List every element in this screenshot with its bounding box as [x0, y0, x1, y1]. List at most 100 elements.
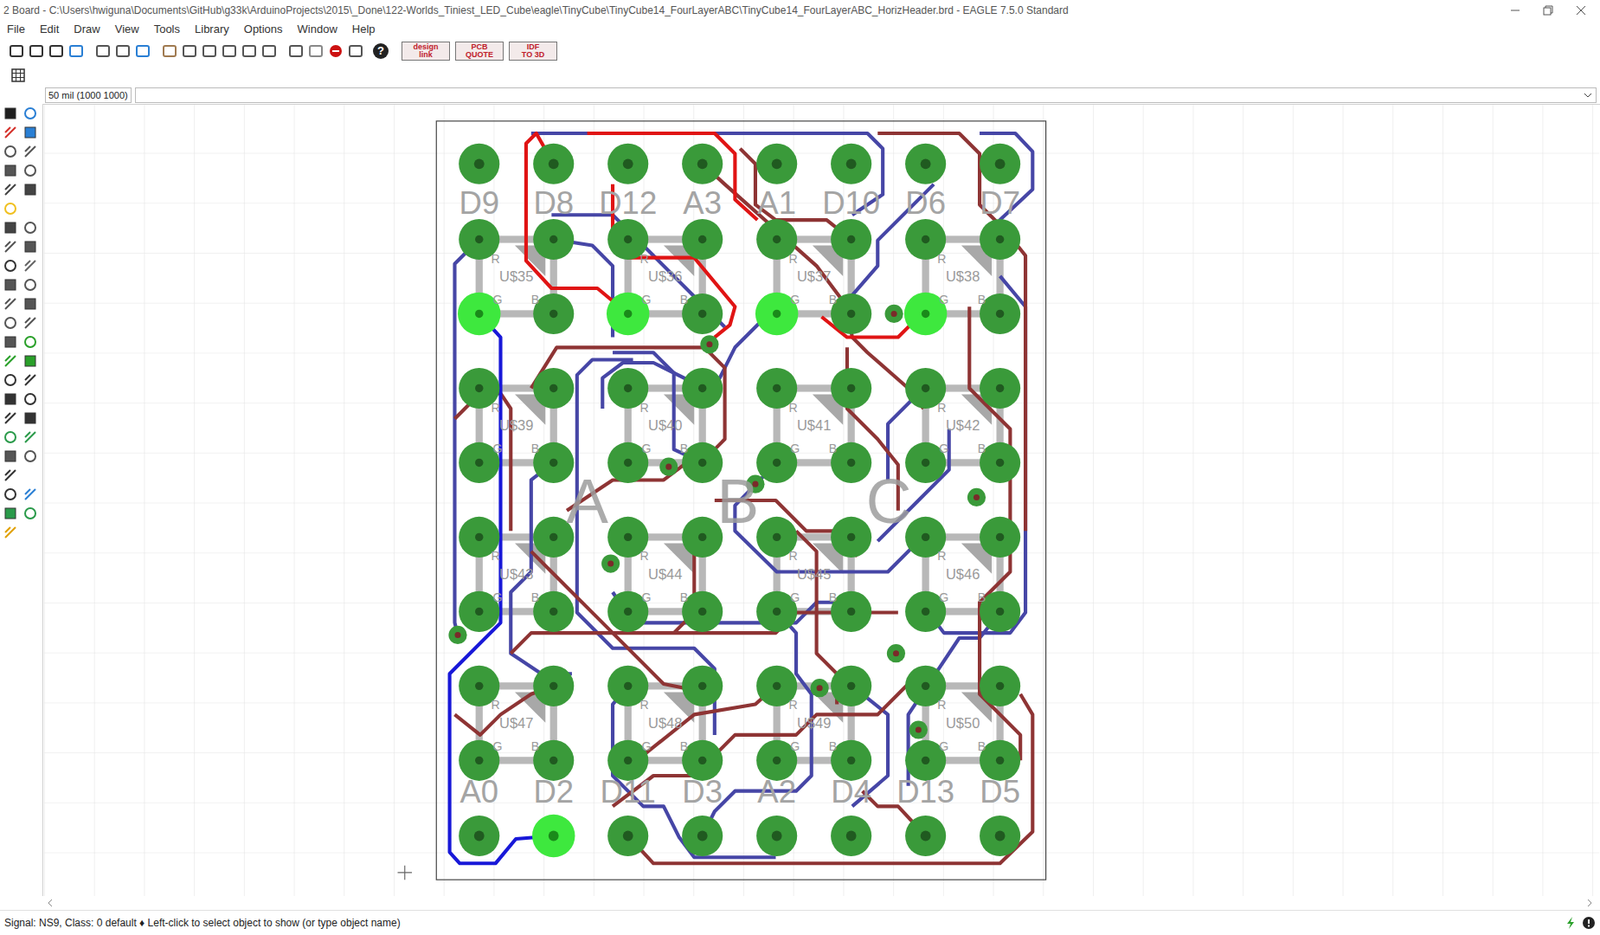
pad[interactable]: [533, 367, 574, 409]
trace[interactable]: [796, 530, 837, 704]
close-icon[interactable]: [1575, 5, 1587, 16]
tool-icon[interactable]: [288, 43, 304, 59]
pad[interactable]: [458, 815, 500, 856]
tool-icon[interactable]: [115, 43, 131, 59]
via[interactable]: [886, 643, 906, 662]
tool-icon[interactable]: [22, 334, 39, 350]
pad[interactable]: [830, 218, 872, 260]
scroll-left-icon[interactable]: [46, 898, 54, 907]
tool-icon[interactable]: [48, 43, 65, 59]
tool-icon[interactable]: [327, 43, 344, 59]
tool-icon[interactable]: [2, 314, 19, 331]
tool-icon[interactable]: [22, 372, 39, 388]
service-button[interactable]: designlink: [401, 41, 450, 61]
pad[interactable]: [979, 143, 1021, 185]
tool-icon[interactable]: [2, 162, 19, 179]
tool-icon[interactable]: [2, 143, 19, 160]
menu-item[interactable]: Edit: [39, 20, 59, 39]
pad[interactable]: [607, 815, 649, 856]
restore-icon[interactable]: [1542, 5, 1554, 16]
pad[interactable]: [681, 367, 723, 409]
trace[interactable]: [587, 133, 759, 220]
tool-icon[interactable]: [22, 219, 39, 236]
pad[interactable]: [533, 665, 574, 707]
tool-icon[interactable]: [2, 448, 19, 464]
lightning-icon[interactable]: [1564, 915, 1577, 930]
minimize-icon[interactable]: [1510, 5, 1521, 16]
trace[interactable]: [531, 346, 726, 450]
service-button[interactable]: PCBQUOTE: [455, 41, 504, 61]
tool-icon[interactable]: [2, 391, 19, 407]
menu-item[interactable]: Library: [194, 20, 230, 39]
tool-icon[interactable]: [22, 429, 39, 445]
via[interactable]: [448, 625, 467, 644]
tool-icon[interactable]: [181, 43, 198, 59]
tool-icon[interactable]: [2, 372, 19, 388]
pad[interactable]: [607, 143, 649, 185]
tool-icon[interactable]: [161, 43, 178, 59]
via[interactable]: [601, 553, 620, 572]
tool-icon[interactable]: [22, 353, 39, 369]
tool-icon[interactable]: [2, 200, 19, 217]
tool-icon[interactable]: [22, 505, 39, 521]
tool-icon[interactable]: [22, 200, 39, 217]
tool-icon[interactable]: [22, 391, 39, 407]
tool-icon[interactable]: [22, 257, 39, 274]
tool-icon[interactable]: [2, 257, 19, 274]
menu-item[interactable]: View: [115, 20, 140, 39]
pad[interactable]: [979, 218, 1021, 260]
pad[interactable]: [905, 815, 946, 856]
pad[interactable]: [830, 815, 872, 856]
via[interactable]: [659, 457, 678, 476]
tool-icon[interactable]: [22, 410, 39, 426]
tool-icon[interactable]: [22, 486, 39, 502]
pad[interactable]: [830, 143, 872, 185]
tool-icon[interactable]: [22, 295, 39, 312]
tool-icon[interactable]: [22, 238, 39, 255]
horizontal-scrollbar[interactable]: [0, 895, 1600, 910]
pad[interactable]: [756, 143, 797, 185]
help-button[interactable]: ?: [372, 43, 389, 59]
tool-icon[interactable]: [2, 295, 19, 312]
tool-icon[interactable]: [2, 486, 19, 502]
tool-icon[interactable]: [22, 276, 39, 293]
pad[interactable]: [458, 143, 500, 185]
tool-icon[interactable]: [2, 353, 19, 369]
menu-item[interactable]: Help: [352, 20, 376, 39]
pad[interactable]: [756, 815, 797, 856]
pad[interactable]: [979, 665, 1021, 707]
tool-icon[interactable]: [241, 43, 258, 59]
pad[interactable]: [681, 218, 723, 260]
menu-item[interactable]: Tools: [154, 20, 180, 39]
tool-icon[interactable]: [2, 276, 19, 293]
tool-icon[interactable]: [2, 105, 19, 122]
menu-item[interactable]: File: [6, 20, 26, 39]
tool-icon[interactable]: [22, 467, 39, 483]
pad[interactable]: [532, 814, 575, 857]
tool-icon[interactable]: [308, 43, 324, 59]
board-drawing[interactable]: ABCD9D8D12A3A1D10D6D7A0D2D11D3A2D4D13D5U…: [43, 104, 1600, 896]
tool-icon[interactable]: [2, 524, 19, 540]
tool-icon[interactable]: [2, 467, 19, 483]
service-button[interactable]: IDFTO 3D: [508, 41, 558, 61]
via[interactable]: [967, 488, 986, 507]
pad[interactable]: [681, 665, 723, 707]
tool-icon[interactable]: [68, 43, 84, 59]
board-canvas[interactable]: ABCD9D8D12A3A1D10D6D7A0D2D11D3A2D4D13D5U…: [42, 103, 1600, 896]
tool-icon[interactable]: [22, 124, 39, 141]
tool-icon[interactable]: [201, 43, 218, 59]
info-icon[interactable]: [1581, 915, 1596, 930]
tool-icon[interactable]: [2, 505, 19, 521]
tool-icon[interactable]: [2, 238, 19, 255]
pad[interactable]: [979, 367, 1021, 409]
tool-icon[interactable]: [261, 43, 277, 59]
tool-icon[interactable]: [22, 105, 39, 122]
pad[interactable]: [533, 143, 574, 185]
tool-icon[interactable]: [2, 124, 19, 141]
trace[interactable]: [969, 306, 1021, 760]
menu-item[interactable]: Draw: [73, 20, 100, 39]
scroll-right-icon[interactable]: [1586, 898, 1594, 907]
pad[interactable]: [681, 815, 723, 856]
tool-icon[interactable]: [22, 314, 39, 331]
pad[interactable]: [905, 143, 946, 185]
